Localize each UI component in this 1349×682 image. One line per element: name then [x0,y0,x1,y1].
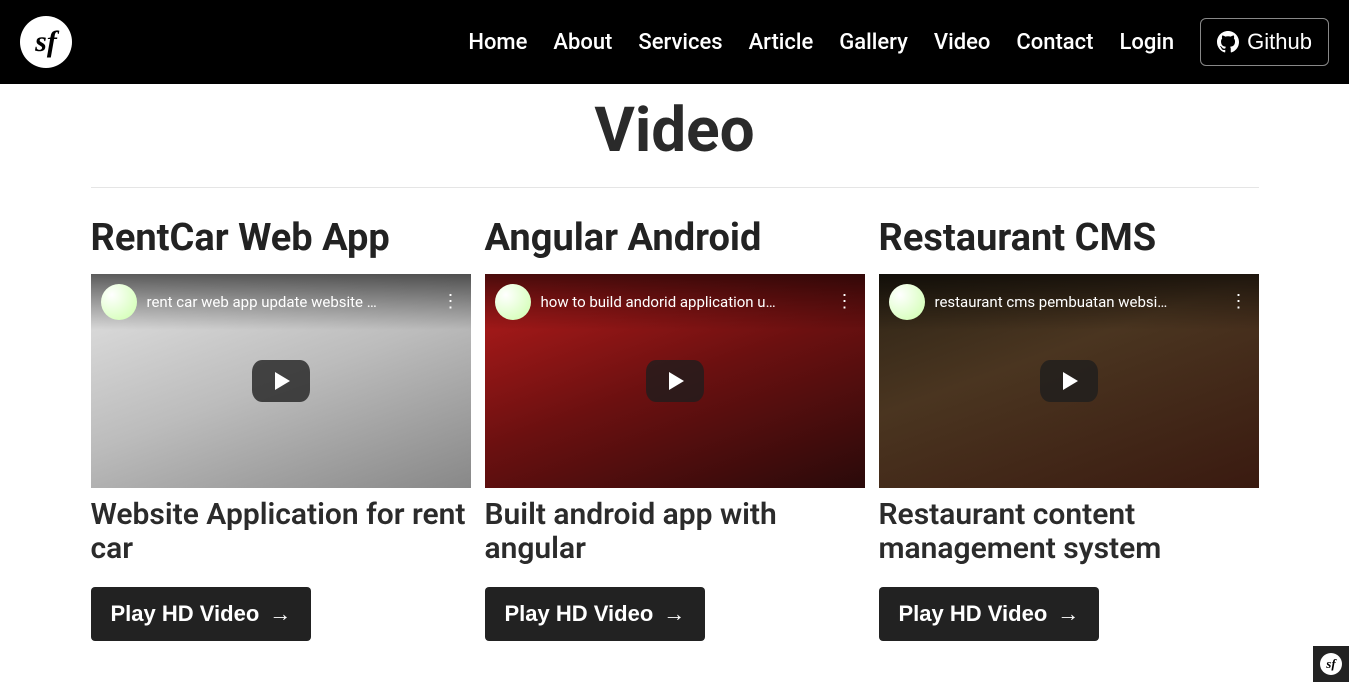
video-thumb-header: how to build andorid application u… ⋮ [485,274,865,330]
video-card-title: Angular Android [485,218,865,260]
play-hd-button-label: Play HD Video [899,601,1048,627]
play-hd-button[interactable]: Play HD Video → [879,587,1100,641]
symfony-badge[interactable]: sf [1313,646,1349,682]
arrow-right-icon: → [269,601,291,627]
arrow-right-icon: → [663,601,685,627]
page-title: Video [91,94,1259,167]
arrow-right-icon: → [1057,601,1079,627]
channel-avatar-icon [101,284,137,320]
nav-about[interactable]: About [553,30,612,55]
nav-login[interactable]: Login [1119,30,1174,55]
video-thumbnail[interactable]: restaurant cms pembuatan websi… ⋮ [879,274,1259,488]
video-thumb-title: how to build andorid application u… [541,293,826,311]
video-thumb-header: restaurant cms pembuatan websi… ⋮ [879,274,1259,330]
play-icon[interactable] [646,360,704,402]
github-icon [1217,31,1239,53]
nav-links: Home About Services Article Gallery Vide… [468,18,1329,66]
github-button-label: Github [1247,29,1312,55]
video-thumbnail[interactable]: how to build andorid application u… ⋮ [485,274,865,488]
channel-avatar-icon [495,284,531,320]
symfony-badge-text: sf [1320,653,1342,675]
navbar: sf Home About Services Article Gallery V… [0,0,1349,84]
video-card: RentCar Web App rent car web app update … [91,218,471,641]
video-card-subtitle: Website Application for rent car [91,498,471,567]
play-hd-button[interactable]: Play HD Video → [91,587,312,641]
play-hd-button[interactable]: Play HD Video → [485,587,706,641]
video-thumb-title: rent car web app update website … [147,293,432,311]
github-button[interactable]: Github [1200,18,1329,66]
video-card-title: Restaurant CMS [879,218,1259,260]
video-thumbnail[interactable]: rent car web app update website … ⋮ [91,274,471,488]
video-card: Angular Android how to build andorid app… [485,218,865,641]
video-thumb-title: restaurant cms pembuatan websi… [935,293,1220,311]
video-card-subtitle: Built android app with angular [485,498,865,567]
kebab-menu-icon[interactable]: ⋮ [1230,293,1249,311]
play-icon[interactable] [252,360,310,402]
nav-home[interactable]: Home [468,30,527,55]
site-logo[interactable]: sf [20,16,72,68]
nav-contact[interactable]: Contact [1016,30,1093,55]
play-icon[interactable] [1040,360,1098,402]
play-hd-button-label: Play HD Video [505,601,654,627]
nav-article[interactable]: Article [749,30,814,55]
kebab-menu-icon[interactable]: ⋮ [836,293,855,311]
nav-video[interactable]: Video [934,30,990,55]
video-card-subtitle: Restaurant content management system [879,498,1259,567]
main-content: Video RentCar Web App rent car web app u… [35,94,1315,681]
video-card: Restaurant CMS restaurant cms pembuatan … [879,218,1259,641]
play-hd-button-label: Play HD Video [111,601,260,627]
divider [91,187,1259,188]
kebab-menu-icon[interactable]: ⋮ [442,293,461,311]
video-card-title: RentCar Web App [91,218,471,260]
video-thumb-header: rent car web app update website … ⋮ [91,274,471,330]
channel-avatar-icon [889,284,925,320]
site-logo-text: sf [35,25,57,59]
nav-services[interactable]: Services [638,30,722,55]
nav-gallery[interactable]: Gallery [839,30,908,55]
video-grid: RentCar Web App rent car web app update … [91,218,1259,641]
